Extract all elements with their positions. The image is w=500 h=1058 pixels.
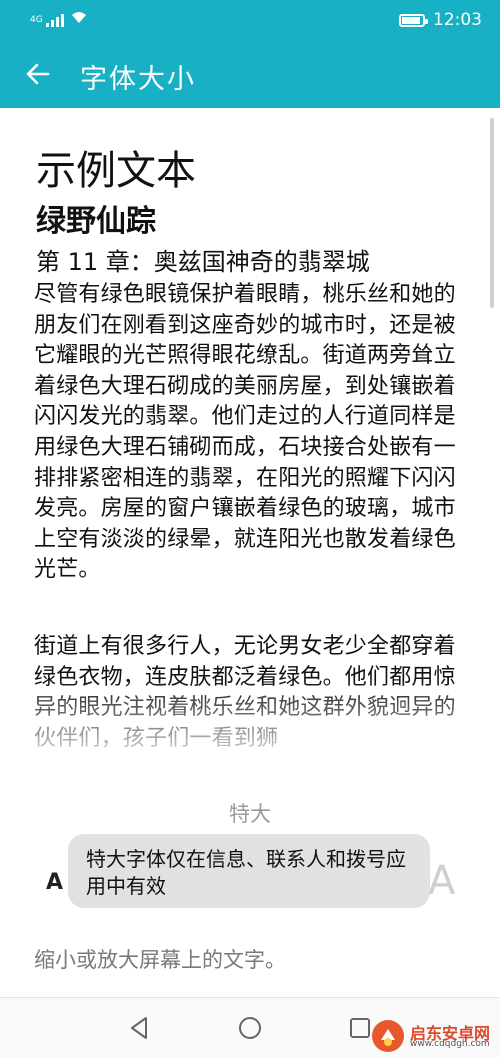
page-title: 字体大小 xyxy=(80,64,196,95)
network-type: 4G xyxy=(30,14,43,25)
app-bar: 字体大小 xyxy=(0,40,500,108)
small-font-icon[interactable]: A xyxy=(46,870,63,895)
clock: 12:03 xyxy=(433,10,482,30)
chapter-heading: 第 11 章：奥兹国神奇的翡翠城 xyxy=(36,248,370,276)
circle-home-icon xyxy=(239,1017,261,1039)
toast-message: 特大字体仅在信息、联系人和拨号应用中有效 xyxy=(68,834,430,908)
status-right: 12:03 xyxy=(399,10,482,30)
watermark-logo-icon xyxy=(372,1020,404,1052)
wifi-icon xyxy=(71,11,87,28)
signal-icon xyxy=(45,13,64,27)
sample-text-title: 示例文本 xyxy=(36,148,196,194)
arrow-left-icon xyxy=(26,63,50,85)
current-size-label: 特大 xyxy=(229,802,271,826)
scrollbar[interactable] xyxy=(490,118,494,308)
triangle-back-icon xyxy=(131,1017,147,1039)
watermark-url: www.cdqdgh.com xyxy=(410,1039,490,1049)
battery-icon xyxy=(399,13,428,27)
status-bar: 4G 12:03 xyxy=(0,0,500,40)
battery-fill xyxy=(402,16,420,24)
back-button[interactable] xyxy=(20,56,56,92)
book-title: 绿野仙踪 xyxy=(36,204,156,239)
preview-paragraph-1: 尽管有绿色眼镜保护着眼睛，桃乐丝和她的朋友们在刚看到这座奇妙的城市时，还是被它耀… xyxy=(34,282,456,583)
size-description: 缩小或放大屏幕上的文字。 xyxy=(34,948,286,972)
large-font-icon[interactable]: A xyxy=(428,858,455,904)
nav-back-button[interactable] xyxy=(124,1012,156,1044)
watermark: 启东安卓网 www.cdqdgh.com xyxy=(370,1018,498,1054)
content-fade xyxy=(0,680,500,770)
status-left: 4G xyxy=(30,11,87,28)
nav-home-button[interactable] xyxy=(234,1012,266,1044)
